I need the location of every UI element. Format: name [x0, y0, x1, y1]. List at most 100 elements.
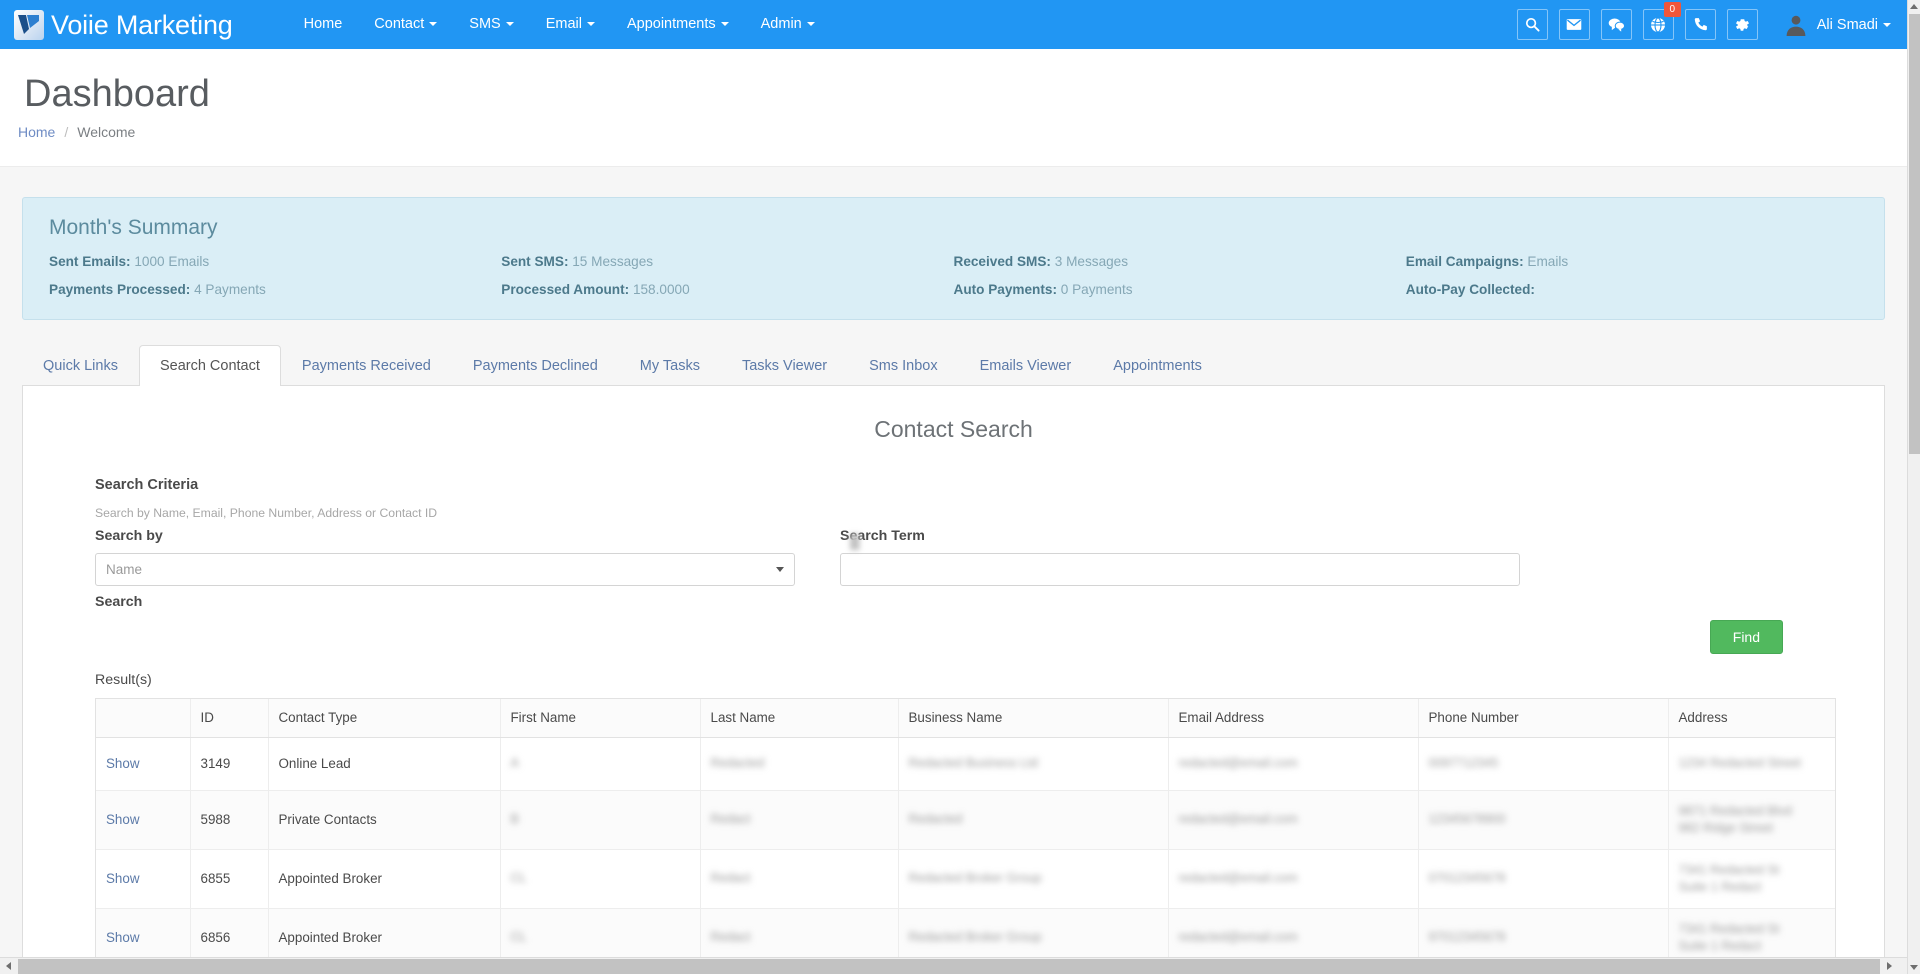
col-phone-number[interactable]: Phone Number	[1418, 699, 1669, 738]
tab-quick-links[interactable]: Quick Links	[22, 345, 139, 386]
summary-value: 1000 Emails	[134, 254, 210, 269]
phone-icon	[1694, 18, 1707, 31]
cell-email-address: redacted@email.com	[1178, 871, 1298, 885]
cell-phone-number: 0097712345	[1428, 756, 1499, 770]
summary-label: Received SMS:	[953, 254, 1051, 269]
show-link[interactable]: Show	[106, 756, 140, 771]
col-business-name[interactable]: Business Name	[898, 699, 1169, 738]
results-table-container: ID Contact Type First Name Last Name Bus…	[95, 698, 1836, 974]
tab-label: Payments Declined	[472, 358, 598, 374]
show-link[interactable]: Show	[106, 871, 140, 886]
comments-icon-button[interactable]	[1600, 9, 1632, 40]
nav-item-email[interactable]: Email	[530, 0, 611, 49]
search-form: Search Criteria Search by Name, Email, P…	[23, 477, 1884, 654]
table-row: Show 6855 Appointed Broker CL Redact Red…	[96, 849, 1835, 909]
tab-payments-declined[interactable]: Payments Declined	[452, 345, 619, 386]
cell-id: 5988	[190, 790, 269, 850]
summary-label: Sent Emails:	[49, 254, 131, 269]
cell-business-name: Redacted Broker Group	[908, 930, 1042, 944]
cell-email-address: redacted@email.com	[1178, 930, 1298, 944]
cell-contact-type: Private Contacts	[268, 790, 501, 850]
show-link[interactable]: Show	[106, 812, 140, 827]
globe-icon-button[interactable]: 0	[1642, 2, 1681, 40]
page-header: Dashboard Home / Welcome	[0, 49, 1907, 167]
results-table: ID Contact Type First Name Last Name Bus…	[96, 699, 1835, 974]
col-contact-type[interactable]: Contact Type	[268, 699, 501, 738]
tab-search-contact[interactable]: Search Contact	[138, 345, 281, 386]
cell-first-name: A	[510, 756, 519, 770]
search-term-label: Search Term	[840, 528, 925, 544]
col-last-name[interactable]: Last Name	[700, 699, 899, 738]
search-contact-panel: Contact Search Search Criteria Search by…	[22, 386, 1885, 974]
cell-business-name: Redacted Broker Group	[908, 871, 1042, 885]
breadcrumb-home-link[interactable]: Home	[18, 124, 55, 140]
summary-item-auto-pay-collected: Auto-Pay Collected:	[1406, 282, 1858, 297]
search-term-redacted-value: █	[850, 534, 860, 549]
nav-item-sms[interactable]: SMS	[453, 0, 529, 49]
cell-address: 9871 Redacted Blvd 982 Ridge Street	[1678, 803, 1792, 835]
horizontal-scrollbar-thumb[interactable]	[18, 958, 1880, 974]
vertical-scrollbar[interactable]	[1907, 0, 1920, 974]
vertical-scrollbar-track[interactable]	[1909, 455, 1920, 961]
horizontal-scrollbar[interactable]	[0, 957, 1907, 974]
brand-logo-link[interactable]: Voiie Marketing	[14, 0, 233, 49]
show-link[interactable]: Show	[106, 930, 140, 945]
search-term-input[interactable]	[840, 553, 1520, 586]
col-address[interactable]: Address	[1668, 699, 1835, 738]
col-action[interactable]	[96, 699, 191, 738]
nav-item-contact-label: Contact	[374, 16, 425, 32]
cell-business-name: Redacted	[908, 812, 963, 826]
search-by-field: Search by Name	[95, 526, 795, 586]
nav-item-contact[interactable]: Contact	[358, 0, 453, 49]
summary-label: Payments Processed:	[49, 282, 191, 297]
find-button[interactable]: Find	[1709, 620, 1783, 654]
results-table-scroll[interactable]: ID Contact Type First Name Last Name Bus…	[96, 699, 1835, 974]
breadcrumb: Home / Welcome	[18, 124, 1907, 140]
scroll-left-arrow-icon[interactable]	[0, 958, 17, 974]
summary-item-received-sms: Received SMS: 3 Messages	[954, 254, 1406, 269]
nav-item-home[interactable]: Home	[288, 0, 359, 49]
tab-my-tasks[interactable]: My Tasks	[619, 345, 721, 386]
tab-sms-inbox[interactable]: Sms Inbox	[848, 345, 959, 386]
nav-item-appointments-label: Appointments	[626, 16, 716, 32]
panel-heading: Contact Search	[874, 416, 1033, 442]
search-by-select[interactable]: Name	[95, 553, 795, 586]
chevron-down-icon	[586, 22, 595, 27]
envelope-icon-button[interactable]	[1558, 9, 1590, 40]
cell-phone-number: 97012345678	[1428, 930, 1506, 944]
tab-emails-viewer[interactable]: Emails Viewer	[959, 345, 1093, 386]
chevron-down-icon	[429, 22, 438, 27]
vertical-scrollbar-thumb[interactable]	[1908, 14, 1920, 454]
tab-label: Quick Links	[43, 358, 118, 374]
summary-value: 158.0000	[632, 282, 690, 297]
cell-first-name: CL	[510, 930, 527, 944]
search-icon-button[interactable]	[1516, 9, 1548, 40]
search-by-label: Search by	[95, 528, 163, 544]
table-row: Show 5988 Private Contacts B Redact Reda…	[96, 790, 1835, 850]
nav-item-appointments[interactable]: Appointments	[611, 0, 745, 49]
summary-label: Processed Amount:	[501, 282, 630, 297]
tab-label: Search Contact	[159, 358, 260, 374]
summary-item-email-campaigns: Email Campaigns: Emails	[1406, 254, 1858, 269]
chevron-down-icon	[1883, 22, 1891, 27]
scroll-up-arrow-icon[interactable]	[1908, 0, 1920, 13]
tab-payments-received[interactable]: Payments Received	[281, 345, 452, 386]
nav-item-admin[interactable]: Admin	[745, 0, 831, 49]
scroll-right-arrow-icon[interactable]	[1881, 958, 1898, 974]
search-criteria-title: Search Criteria	[95, 477, 199, 493]
phone-icon-button[interactable]	[1684, 9, 1716, 40]
summary-label: Email Campaigns:	[1405, 254, 1524, 269]
scroll-down-arrow-icon[interactable]	[1908, 961, 1920, 974]
col-email-address[interactable]: Email Address	[1168, 699, 1419, 738]
tab-tasks-viewer[interactable]: Tasks Viewer	[721, 345, 848, 386]
col-id[interactable]: ID	[190, 699, 269, 738]
gear-icon-button[interactable]	[1726, 9, 1758, 40]
user-menu[interactable]: Ali Smadi	[1784, 0, 1891, 49]
tab-appointments[interactable]: Appointments	[1092, 345, 1223, 386]
find-button-row: Find	[71, 620, 1836, 654]
col-first-name[interactable]: First Name	[500, 699, 701, 738]
avatar	[1784, 13, 1808, 37]
search-fields-row: Search by Name Search Term █	[71, 526, 1836, 586]
voiie-logo-icon	[14, 9, 44, 40]
search-by-selected-value: Name	[106, 562, 143, 577]
